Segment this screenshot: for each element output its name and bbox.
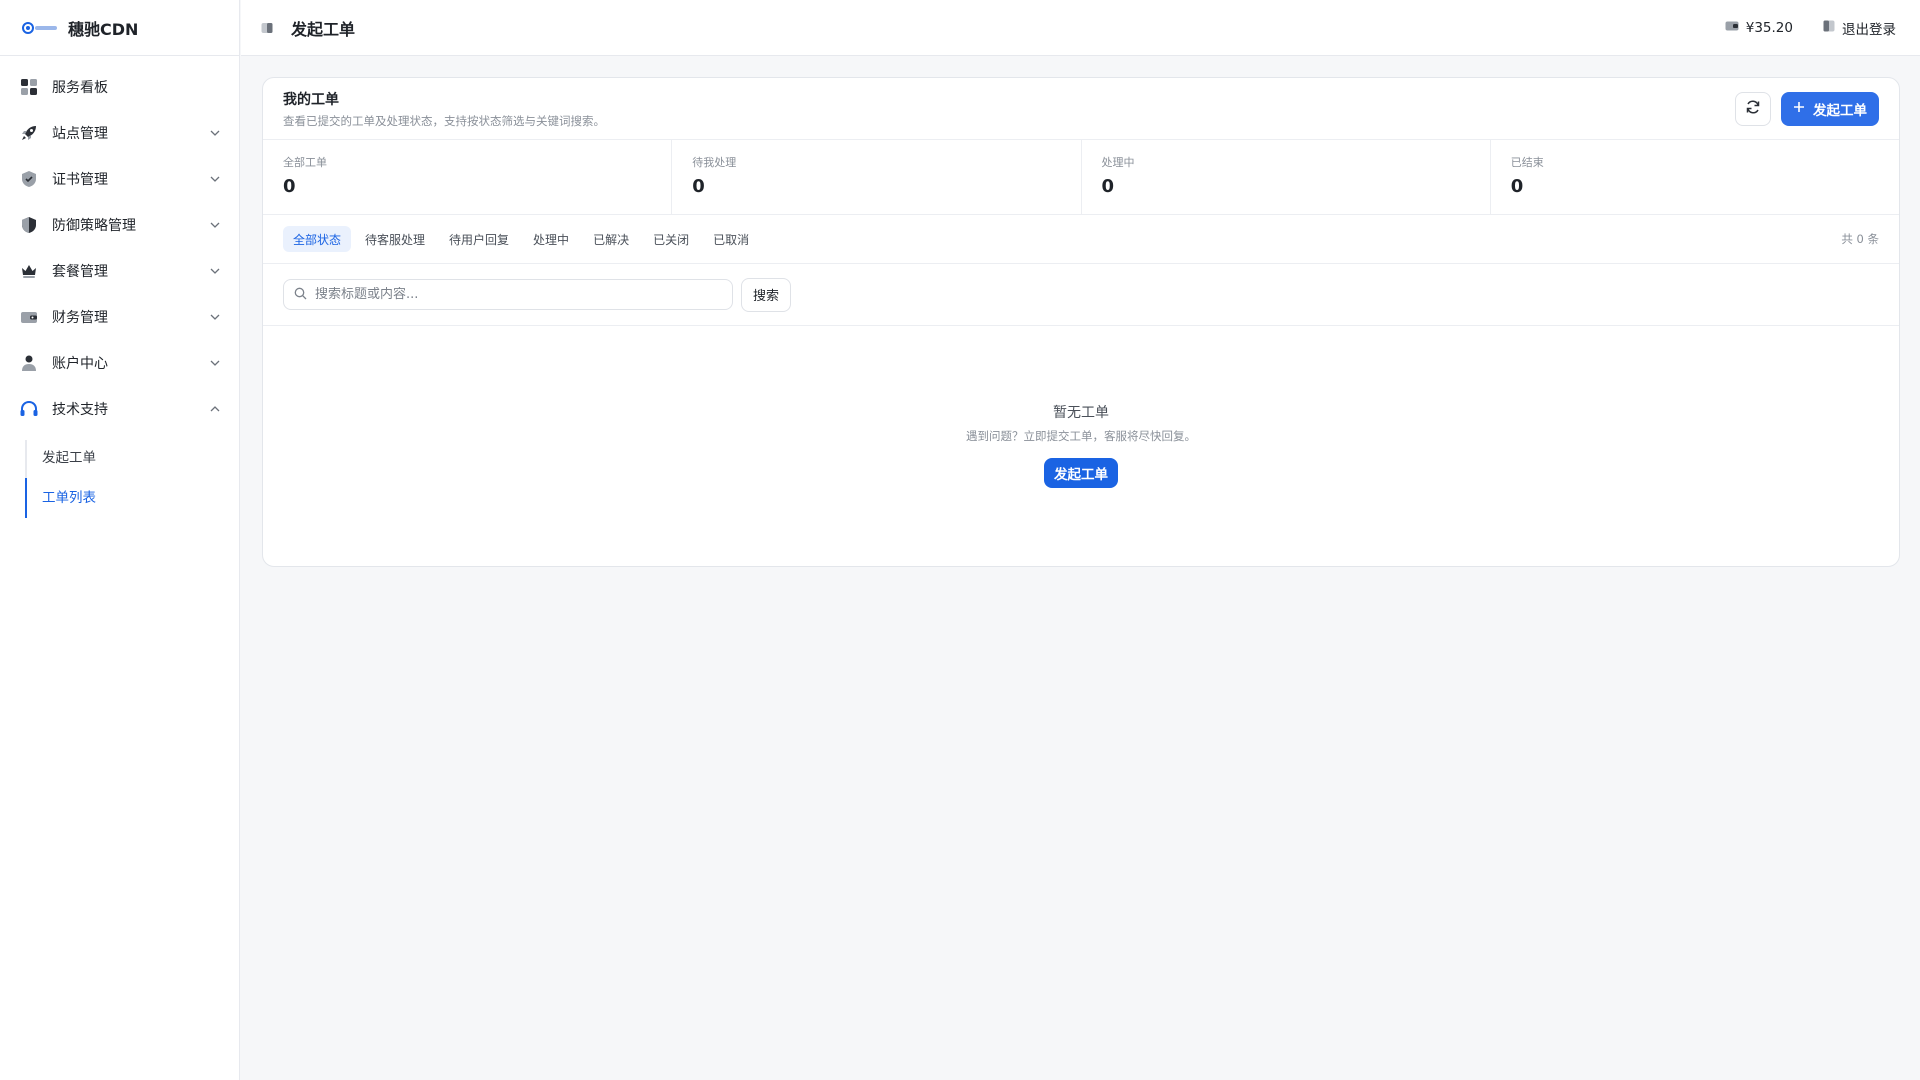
- ticket-stats: 全部工单 0 待我处理 0 处理中 0 已结束 0: [263, 140, 1899, 215]
- ticket-card: 我的工单 查看已提交的工单及处理状态，支持按状态筛选与关键词搜索。 发起工单 全…: [262, 77, 1900, 567]
- stat-value: 0: [1101, 176, 1115, 197]
- support-subnav: 发起工单 工单列表: [25, 432, 239, 518]
- brand-name: 穗驰CDN: [68, 19, 139, 39]
- topbar-actions: ¥35.20 退出登录: [1725, 18, 1896, 38]
- logout-button[interactable]: 退出登录: [1823, 18, 1896, 38]
- sidebar-toggle-icon[interactable]: [259, 20, 275, 36]
- sidebar-item-label: 防御策略管理: [52, 218, 136, 234]
- tab-cancelled[interactable]: 已取消: [703, 226, 759, 252]
- search-icon: [294, 285, 307, 304]
- sidebar-item-label: 站点管理: [52, 126, 108, 142]
- sidebar-item-defense-policy[interactable]: 防御策略管理: [0, 202, 239, 248]
- headset-icon: [19, 399, 39, 419]
- balance-display[interactable]: ¥35.20: [1725, 20, 1793, 36]
- chevron-down-icon: [209, 219, 221, 231]
- card-description: 查看已提交的工单及处理状态，支持按状态筛选与关键词搜索。: [283, 113, 605, 128]
- stat-all: 全部工单 0: [263, 140, 673, 214]
- ticket-count: 共 0 条: [1841, 232, 1879, 246]
- stat-pending-me: 待我处理 0: [672, 140, 1082, 214]
- sidebar-item-sites[interactable]: 站点管理: [0, 110, 239, 156]
- topbar: 发起工单 ¥35.20 退出登录: [241, 0, 1920, 56]
- chevron-down-icon: [209, 357, 221, 369]
- stat-closed: 已结束 0: [1491, 140, 1899, 214]
- tab-resolved[interactable]: 已解决: [583, 226, 639, 252]
- subnav-active-indicator: [25, 478, 27, 518]
- sidebar-item-label: 账户中心: [52, 356, 108, 372]
- sidebar-item-support[interactable]: 技术支持: [0, 386, 239, 432]
- plus-icon: [1793, 101, 1805, 117]
- refresh-button[interactable]: [1735, 91, 1771, 126]
- logout-label: 退出登录: [1842, 21, 1896, 38]
- chevron-down-icon: [209, 173, 221, 185]
- chevron-down-icon: [209, 311, 221, 323]
- stat-label: 待我处理: [692, 156, 737, 169]
- stat-value: 0: [283, 176, 296, 197]
- sidebar-subitem-ticket-list[interactable]: 工单列表: [25, 476, 239, 516]
- empty-state: 暂无工单 遇到问题？立即提交工单，客服将尽快回复。 发起工单: [263, 326, 1899, 488]
- stat-value: 0: [692, 176, 705, 197]
- crown-icon: [19, 261, 39, 281]
- new-ticket-button-label: 发起工单: [1813, 102, 1867, 119]
- tab-pending-user[interactable]: 待用户回复: [439, 226, 519, 252]
- sidebar-item-label: 套餐管理: [52, 264, 108, 280]
- card-header: 我的工单 查看已提交的工单及处理状态，支持按状态筛选与关键词搜索。 发起工单: [263, 78, 1899, 140]
- chevron-down-icon: [209, 127, 221, 139]
- stat-value: 0: [1510, 176, 1524, 197]
- stat-processing: 处理中 0: [1082, 140, 1491, 214]
- stat-label: 全部工单: [283, 156, 327, 169]
- sidebar-item-label: 技术支持: [52, 402, 108, 418]
- status-filter-bar: 全部状态 待客服处理 待用户回复 处理中 已解决 已关闭 已取消 共 0 条: [263, 215, 1899, 264]
- tab-closed[interactable]: 已关闭: [643, 226, 699, 252]
- user-icon: [19, 353, 39, 373]
- sidebar-item-certificates[interactable]: 证书管理: [0, 156, 239, 202]
- tab-pending-support[interactable]: 待客服处理: [355, 226, 435, 252]
- sidebar-item-label: 财务管理: [52, 310, 108, 326]
- sidebar-item-label: 服务看板: [52, 80, 108, 96]
- sidebar-item-dashboard[interactable]: 服务看板: [0, 64, 239, 110]
- chevron-down-icon: [209, 265, 221, 277]
- stat-label: 处理中: [1101, 156, 1135, 169]
- brand-logo: [22, 21, 60, 35]
- dashboard-icon: [19, 77, 39, 97]
- rocket-icon: [19, 123, 39, 143]
- card-title: 我的工单: [283, 91, 339, 108]
- defense-shield-icon: [19, 215, 39, 235]
- wallet-icon: [1725, 20, 1739, 36]
- shield-check-icon: [19, 169, 39, 189]
- chevron-up-icon: [209, 403, 221, 415]
- empty-title: 暂无工单: [1053, 405, 1109, 421]
- empty-new-ticket-button[interactable]: 发起工单: [1044, 458, 1118, 488]
- logout-icon: [1823, 20, 1835, 36]
- sidebar-item-label: 证书管理: [52, 172, 108, 188]
- search-box: [283, 279, 733, 310]
- search-row: 搜索: [263, 264, 1899, 326]
- tab-all-status[interactable]: 全部状态: [283, 226, 352, 252]
- sidebar-nav: 服务看板 站点管理 证书管理 防御策略管理 套餐管理 财务管理 账户中心 技术支…: [0, 56, 239, 518]
- search-button[interactable]: 搜索: [741, 277, 792, 312]
- search-input[interactable]: [315, 287, 722, 302]
- sidebar-item-finance[interactable]: 财务管理: [0, 294, 239, 340]
- sidebar: 穗驰CDN 服务看板 站点管理 证书管理 防御策略管理 套餐管理 财务管理 账户…: [0, 0, 240, 1080]
- page-title: 发起工单: [291, 19, 356, 39]
- sidebar-item-account[interactable]: 账户中心: [0, 340, 239, 386]
- new-ticket-button[interactable]: 发起工单: [1781, 91, 1879, 126]
- sidebar-subitem-new-ticket[interactable]: 发起工单: [25, 436, 239, 476]
- refresh-icon: [1745, 99, 1761, 119]
- wallet-icon: [19, 307, 39, 327]
- stat-label: 已结束: [1510, 156, 1544, 169]
- brand[interactable]: 穗驰CDN: [0, 0, 239, 56]
- sidebar-item-packages[interactable]: 套餐管理: [0, 248, 239, 294]
- tab-processing[interactable]: 处理中: [523, 226, 579, 252]
- empty-description: 遇到问题？立即提交工单，客服将尽快回复。: [966, 429, 1196, 443]
- balance-amount: ¥35.20: [1745, 19, 1793, 36]
